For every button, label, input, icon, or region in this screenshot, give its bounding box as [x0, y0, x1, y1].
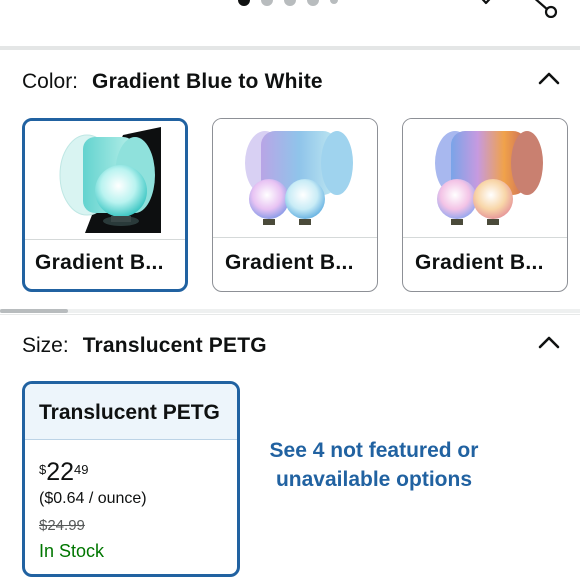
carousel-dot[interactable] — [307, 0, 319, 6]
size-option-header: Translucent PETG — [25, 384, 237, 440]
color-option-label: Gradient B... — [35, 251, 164, 274]
chevron-up-icon[interactable] — [538, 71, 560, 85]
color-option-label: Gradient B... — [415, 251, 544, 274]
share-icon[interactable] — [526, 0, 560, 18]
size-option-label: Translucent PETG — [39, 401, 220, 424]
color-value: Gradient Blue to White — [92, 70, 323, 93]
size-value: Translucent PETG — [82, 334, 267, 357]
color-header[interactable]: Color: Gradient Blue to White — [22, 67, 562, 97]
swatch-divider — [403, 237, 567, 238]
color-key: Color: — [22, 70, 79, 93]
size-header[interactable]: Size: Translucent PETG — [22, 331, 562, 361]
price: $ 22 49 — [39, 459, 89, 485]
swatch-divider — [25, 239, 185, 240]
swatch-scrollbar-thumb[interactable] — [0, 309, 68, 313]
image-carousel-footer — [0, 0, 580, 46]
carousel-dot[interactable] — [284, 0, 296, 6]
price-symbol: $ — [39, 462, 47, 477]
product-thumbnail — [213, 119, 377, 237]
color-option-1[interactable]: Gradient B... — [22, 118, 188, 292]
carousel-dot[interactable] — [261, 0, 273, 6]
heart-icon[interactable] — [470, 0, 502, 16]
unit-price: ($0.64 / ounce) — [39, 490, 147, 507]
carousel-dot[interactable] — [330, 0, 338, 4]
chevron-up-icon[interactable] — [538, 335, 560, 349]
see-more-options-link[interactable]: See 4 not featured or unavailable option… — [262, 437, 486, 494]
section-divider — [0, 314, 580, 315]
size-option-card[interactable]: Translucent PETG $ 22 49 ($0.64 / ounce)… — [22, 381, 240, 577]
price-fraction: 49 — [74, 462, 89, 477]
price-whole: 22 — [46, 458, 75, 486]
color-option-2[interactable]: Gradient B... — [212, 118, 378, 292]
swatch-scrollbar[interactable] — [0, 309, 580, 313]
size-key: Size: — [22, 334, 69, 357]
availability-status: In Stock — [39, 541, 105, 561]
list-price: $24.99 — [39, 517, 85, 534]
product-thumbnail — [403, 119, 567, 237]
color-option-label: Gradient B... — [225, 251, 354, 274]
carousel-dot[interactable] — [238, 0, 250, 6]
swatch-divider — [213, 237, 377, 238]
product-thumbnail — [25, 121, 185, 239]
color-option-3[interactable]: Gradient B... — [402, 118, 568, 292]
section-divider — [0, 46, 580, 50]
